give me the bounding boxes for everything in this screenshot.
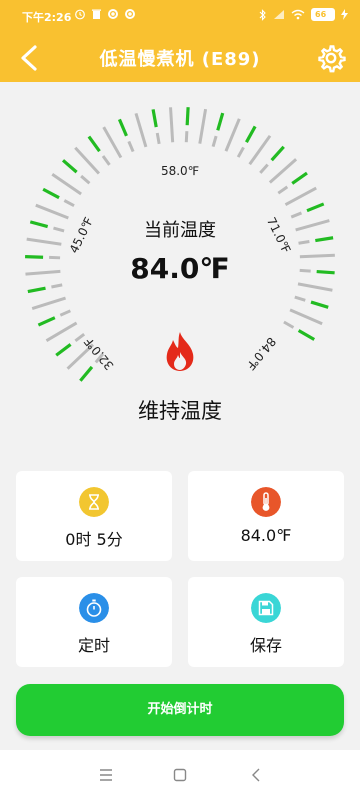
app-bar: 低温慢煮机 (E89) — [0, 34, 360, 82]
dial-tick-inner — [294, 295, 306, 302]
status-system-icons: 66 — [259, 8, 348, 21]
dial-tick-major — [79, 365, 94, 382]
dial-tick-minor — [134, 112, 148, 148]
dial-tick-minor — [31, 296, 67, 311]
timer-card[interactable]: 0时 5分 — [16, 471, 172, 561]
system-nav-bar — [0, 750, 360, 800]
stopwatch-icon — [79, 593, 109, 623]
save-card[interactable]: 保存 — [188, 577, 344, 667]
dial-tick-minor — [51, 172, 82, 196]
dial-tick-major — [27, 286, 46, 294]
dial-tick-inner — [184, 131, 189, 143]
timer-value: 0时 5分 — [65, 530, 123, 549]
target-temperature-value: 84.0℉ — [240, 526, 292, 545]
dial-tick-minor — [102, 126, 123, 159]
dial-tick-inner — [101, 155, 111, 166]
dial-tick-minor — [224, 118, 241, 152]
charging-icon — [341, 9, 348, 20]
sync-icon — [125, 9, 135, 19]
current-temperature-label: 当前温度 — [144, 220, 216, 241]
start-countdown-button[interactable]: 开始倒计时 — [16, 684, 344, 736]
dial-tick-inner — [277, 185, 289, 195]
dial-tick-major — [310, 300, 329, 309]
dial-tick-inner — [127, 140, 135, 153]
menu-icon[interactable] — [94, 765, 118, 785]
dial-tick-minor — [198, 108, 208, 144]
status-time: 下午2:26 — [22, 11, 72, 24]
dial-tick-inner — [283, 320, 295, 329]
dial-tick-inner — [236, 146, 245, 158]
dial-tick-major — [87, 135, 101, 153]
floppy-disk-icon — [251, 593, 281, 623]
dial-tick-inner — [63, 199, 75, 207]
flame-icon — [166, 332, 194, 371]
dial-tick-major — [185, 107, 190, 126]
status-bar: 下午2:26 66 — [0, 0, 360, 34]
dial-tick-major — [291, 171, 308, 185]
schedule-label: 定时 — [77, 636, 110, 655]
dial-tick-inner — [59, 309, 71, 317]
dial-tick-minor — [284, 186, 317, 207]
home-icon[interactable] — [168, 765, 192, 785]
battery-level: 66 — [315, 10, 327, 19]
dial-tick-inner — [51, 283, 63, 289]
temperature-card[interactable]: 84.0℉ — [188, 471, 344, 561]
signal-icon — [274, 10, 284, 19]
dial-tick-inner — [74, 333, 86, 343]
dial-tick-inner — [80, 174, 91, 185]
schedule-card[interactable]: 定时 — [16, 577, 172, 667]
battery-icon: 66 — [311, 8, 335, 21]
save-label: 保存 — [249, 636, 282, 655]
dial-tick-major — [245, 125, 257, 143]
dial-tick-major — [37, 316, 56, 327]
page-title: 低温慢煮机 (E89) — [99, 49, 261, 70]
wifi-icon — [291, 9, 305, 20]
dial-tick-major — [306, 202, 325, 213]
trash-icon — [92, 9, 101, 19]
dial-tick-minor — [169, 107, 175, 143]
dial-label-84: 84.0℉ — [243, 334, 278, 372]
dial-tick-major — [151, 109, 158, 128]
dial-tick-major — [61, 159, 78, 174]
alarm-icon — [75, 9, 85, 20]
dial-label-58: 58.0℉ — [161, 164, 199, 178]
dial-tick-minor — [74, 146, 101, 175]
status-notification-icons — [74, 8, 136, 20]
mode-label: 维持温度 — [138, 399, 222, 423]
dial-tick-major — [117, 118, 128, 137]
dial-tick-major — [270, 145, 285, 162]
thermometer-icon — [251, 487, 281, 517]
back-icon[interactable] — [244, 765, 268, 785]
gear-icon[interactable] — [316, 43, 346, 73]
dial-tick-minor — [289, 308, 323, 326]
dial-tick-major — [297, 329, 316, 341]
sync-icon — [108, 9, 118, 19]
dial-tick-minor — [248, 134, 272, 166]
dial-tick-major — [42, 187, 60, 200]
hourglass-icon — [79, 487, 109, 517]
dial-tick-major — [216, 112, 225, 131]
dial-tick-major — [55, 343, 72, 357]
bluetooth-icon — [259, 8, 266, 21]
dial-tick-minor — [45, 321, 78, 342]
dial-label-32: 32.0℉ — [81, 334, 116, 372]
dial-tick-minor — [268, 158, 298, 184]
dial-tick-inner — [259, 163, 269, 174]
dial-tick-inner — [155, 132, 161, 145]
dial-tick-inner — [211, 135, 218, 148]
current-temperature-value: 84.0℉ — [130, 252, 230, 285]
